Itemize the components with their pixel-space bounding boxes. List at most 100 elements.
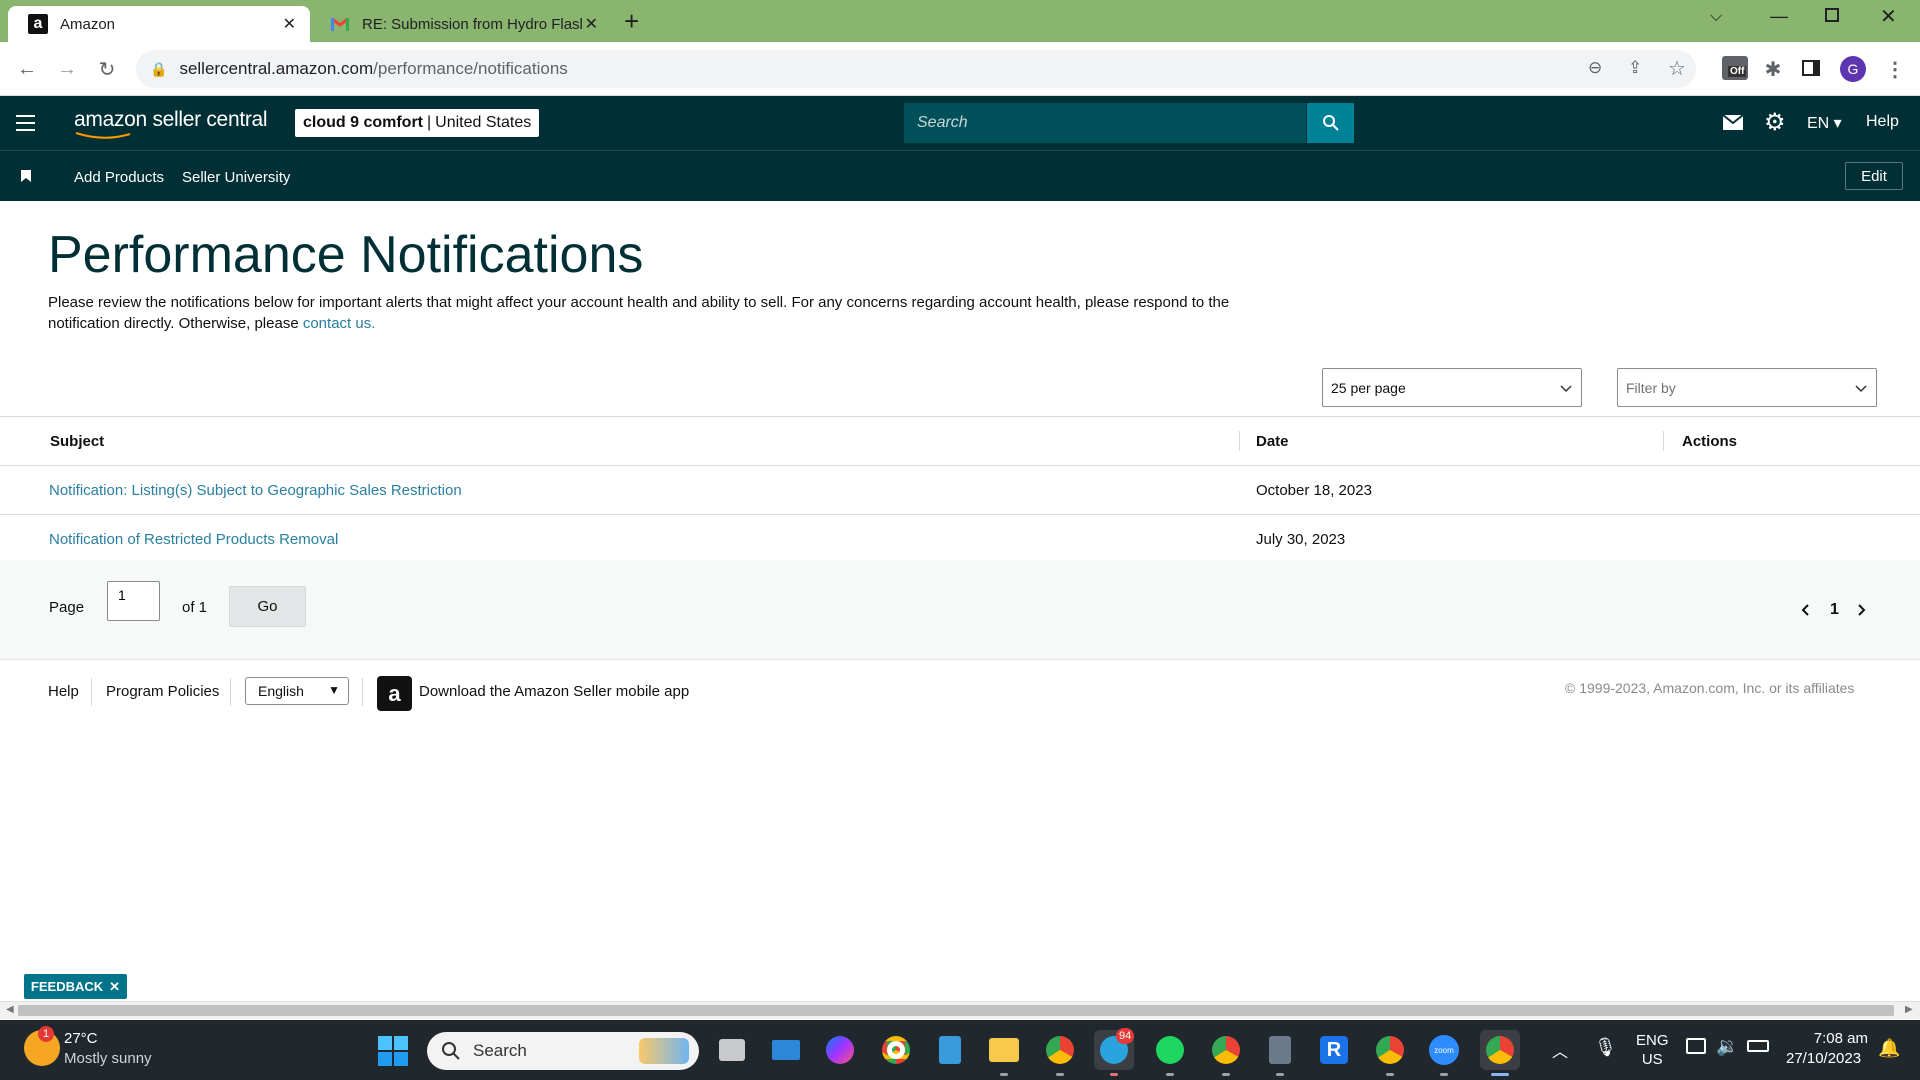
notepad-icon[interactable] xyxy=(930,1030,970,1070)
back-icon[interactable]: ← xyxy=(14,56,40,82)
address-bar[interactable]: 🔒 sellercentral.amazon.com /performance/… xyxy=(136,50,1696,88)
task-view-icon[interactable] xyxy=(712,1030,752,1070)
scrollbar-thumb[interactable] xyxy=(18,1005,1894,1016)
close-window-icon[interactable]: ✕ xyxy=(1880,4,1897,29)
clock-time[interactable]: 7:08 am xyxy=(1808,1030,1868,1047)
reload-icon[interactable]: ↻ xyxy=(94,56,120,82)
tab-amazon[interactable]: a Amazon ✕ xyxy=(8,6,310,42)
clock-date[interactable]: 27/10/2023 xyxy=(1786,1050,1861,1067)
forward-icon[interactable]: → xyxy=(54,56,80,82)
chrome-active-icon[interactable] xyxy=(1480,1030,1520,1076)
footer-program-policies-link[interactable]: Program Policies xyxy=(106,683,219,700)
close-tab-icon[interactable]: ✕ xyxy=(283,14,296,34)
weather-description[interactable]: Mostly sunny xyxy=(64,1050,152,1067)
language-selector[interactable]: EN ▾ xyxy=(1807,113,1842,133)
table-row: Notification: Listing(s) Subject to Geog… xyxy=(0,466,1920,515)
download-app-link[interactable]: Download the Amazon Seller mobile app xyxy=(419,683,689,700)
column-header-date[interactable]: Date xyxy=(1256,417,1289,465)
tab-gmail[interactable]: RE: Submission from Hydro Flasl ✕ xyxy=(310,6,612,42)
nav-add-products[interactable]: Add Products xyxy=(74,169,164,186)
header-search-input[interactable]: Search xyxy=(904,103,1306,143)
store-switcher[interactable]: cloud 9 comfort | United States xyxy=(295,109,540,137)
scroll-right-icon[interactable]: ▶ xyxy=(1905,1004,1913,1015)
current-page-number[interactable]: 1 xyxy=(1830,601,1839,619)
contact-us-link[interactable]: contact us. xyxy=(303,315,376,332)
notification-date: July 30, 2023 xyxy=(1256,531,1346,548)
url-path: /performance/notifications xyxy=(373,59,568,78)
weather-alert-badge: 1 xyxy=(38,1026,54,1042)
hamburger-menu-icon[interactable] xyxy=(16,115,35,131)
bookmark-icon[interactable] xyxy=(21,170,31,182)
mail-app-icon[interactable] xyxy=(766,1030,806,1070)
seller-central-logo[interactable]: amazon seller central xyxy=(74,108,268,132)
battery-icon[interactable] xyxy=(1747,1040,1769,1052)
telegram-icon[interactable]: 94 xyxy=(1094,1028,1135,1076)
search-button[interactable] xyxy=(1307,103,1354,143)
weather-sun-icon[interactable]: 1 xyxy=(24,1026,60,1066)
file-explorer-icon[interactable] xyxy=(984,1030,1024,1076)
weather-temperature[interactable]: 27°C xyxy=(64,1030,98,1047)
column-header-subject[interactable]: Subject xyxy=(50,417,104,465)
volume-icon[interactable]: 🔉 xyxy=(1716,1036,1738,1057)
bookmark-star-icon[interactable]: ☆ xyxy=(1668,56,1686,81)
notification-subject-link[interactable]: Notification: Listing(s) Subject to Geog… xyxy=(49,466,462,514)
page-count-label: of 1 xyxy=(182,599,208,616)
taskbar-search-input[interactable]: Search xyxy=(427,1032,699,1070)
close-tab-icon[interactable]: ✕ xyxy=(585,14,598,34)
per-page-select[interactable]: 25 per page xyxy=(1322,368,1582,407)
footer-language-select[interactable]: English ▼ xyxy=(245,677,349,705)
side-panel-icon[interactable] xyxy=(1802,60,1820,76)
page-description: Please review the notifications below fo… xyxy=(48,294,1230,332)
footer-help-link[interactable]: Help xyxy=(48,683,79,700)
microphone-icon[interactable]: 🎙 xyxy=(1594,1037,1617,1058)
profile-avatar[interactable]: G xyxy=(1840,56,1866,82)
go-button[interactable]: Go xyxy=(229,586,306,627)
notification-subject-link[interactable]: Notification of Restricted Products Remo… xyxy=(49,515,338,564)
spotify-icon[interactable] xyxy=(1150,1030,1190,1076)
page-number-input[interactable] xyxy=(107,581,160,621)
r-app-icon[interactable]: R xyxy=(1314,1030,1354,1070)
notification-date: October 18, 2023 xyxy=(1256,481,1372,499)
extensions-puzzle-icon[interactable]: ✱ xyxy=(1760,56,1786,82)
notifications-bell-icon[interactable]: 🔔 xyxy=(1878,1038,1900,1059)
search-icon xyxy=(442,1042,460,1060)
show-hidden-icons-chevron-icon[interactable]: ︿ xyxy=(1552,1038,1568,1062)
menu-kebab-icon[interactable]: ⋮ xyxy=(1882,56,1908,82)
messenger-icon[interactable] xyxy=(820,1030,860,1070)
tab-search-chevron-icon[interactable]: ⌵ xyxy=(1710,8,1722,26)
chrome-profile-icon[interactable] xyxy=(1206,1030,1246,1076)
telegram-unread-badge: 94 xyxy=(1116,1028,1135,1044)
input-language-indicator[interactable]: ENG US xyxy=(1636,1031,1669,1069)
amazon-seller-app-icon[interactable]: a xyxy=(377,676,412,711)
calculator-icon[interactable] xyxy=(1260,1030,1300,1076)
zoom-icon[interactable]: ⊖ xyxy=(1588,58,1602,78)
windows-start-icon[interactable] xyxy=(378,1036,408,1066)
network-icon[interactable] xyxy=(1686,1038,1706,1054)
chevron-down-icon: ▼ xyxy=(328,683,340,697)
seller-central-header: amazon seller central cloud 9 comfort | … xyxy=(0,96,1920,150)
extension-off-icon[interactable]: Off xyxy=(1722,56,1748,80)
feedback-button[interactable]: FEEDBACK ✕ xyxy=(24,974,127,999)
scroll-left-icon[interactable]: ◀ xyxy=(6,1004,14,1015)
previous-page-icon[interactable] xyxy=(1801,603,1811,617)
chrome-profile-icon[interactable] xyxy=(1040,1030,1080,1076)
page-label: Page xyxy=(49,599,85,616)
close-icon[interactable]: ✕ xyxy=(109,979,120,995)
settings-gear-icon[interactable]: ⚙ xyxy=(1764,108,1786,137)
filter-by-select[interactable]: Filter by xyxy=(1617,368,1877,407)
share-icon[interactable]: ⇪ xyxy=(1628,58,1642,78)
next-page-icon[interactable] xyxy=(1856,603,1866,617)
url-domain: sellercentral.amazon.com xyxy=(179,59,374,78)
restore-icon[interactable] xyxy=(1825,8,1839,22)
new-tab-button[interactable]: + xyxy=(624,6,639,37)
nav-seller-university[interactable]: Seller University xyxy=(182,169,290,186)
chrome-profile-icon[interactable] xyxy=(1370,1030,1410,1076)
minimize-icon[interactable]: — xyxy=(1770,6,1788,27)
zoom-icon[interactable]: zoom xyxy=(1424,1030,1464,1076)
horizontal-scrollbar[interactable]: ◀ ▶ xyxy=(0,1001,1920,1019)
browser-tab-strip: a Amazon ✕ RE: Submission from Hydro Fla… xyxy=(0,0,1920,42)
edit-bookmarks-button[interactable]: Edit xyxy=(1845,162,1903,190)
mail-icon[interactable] xyxy=(1723,115,1743,130)
header-help-link[interactable]: Help xyxy=(1866,113,1899,131)
chrome-icon[interactable] xyxy=(876,1030,916,1070)
